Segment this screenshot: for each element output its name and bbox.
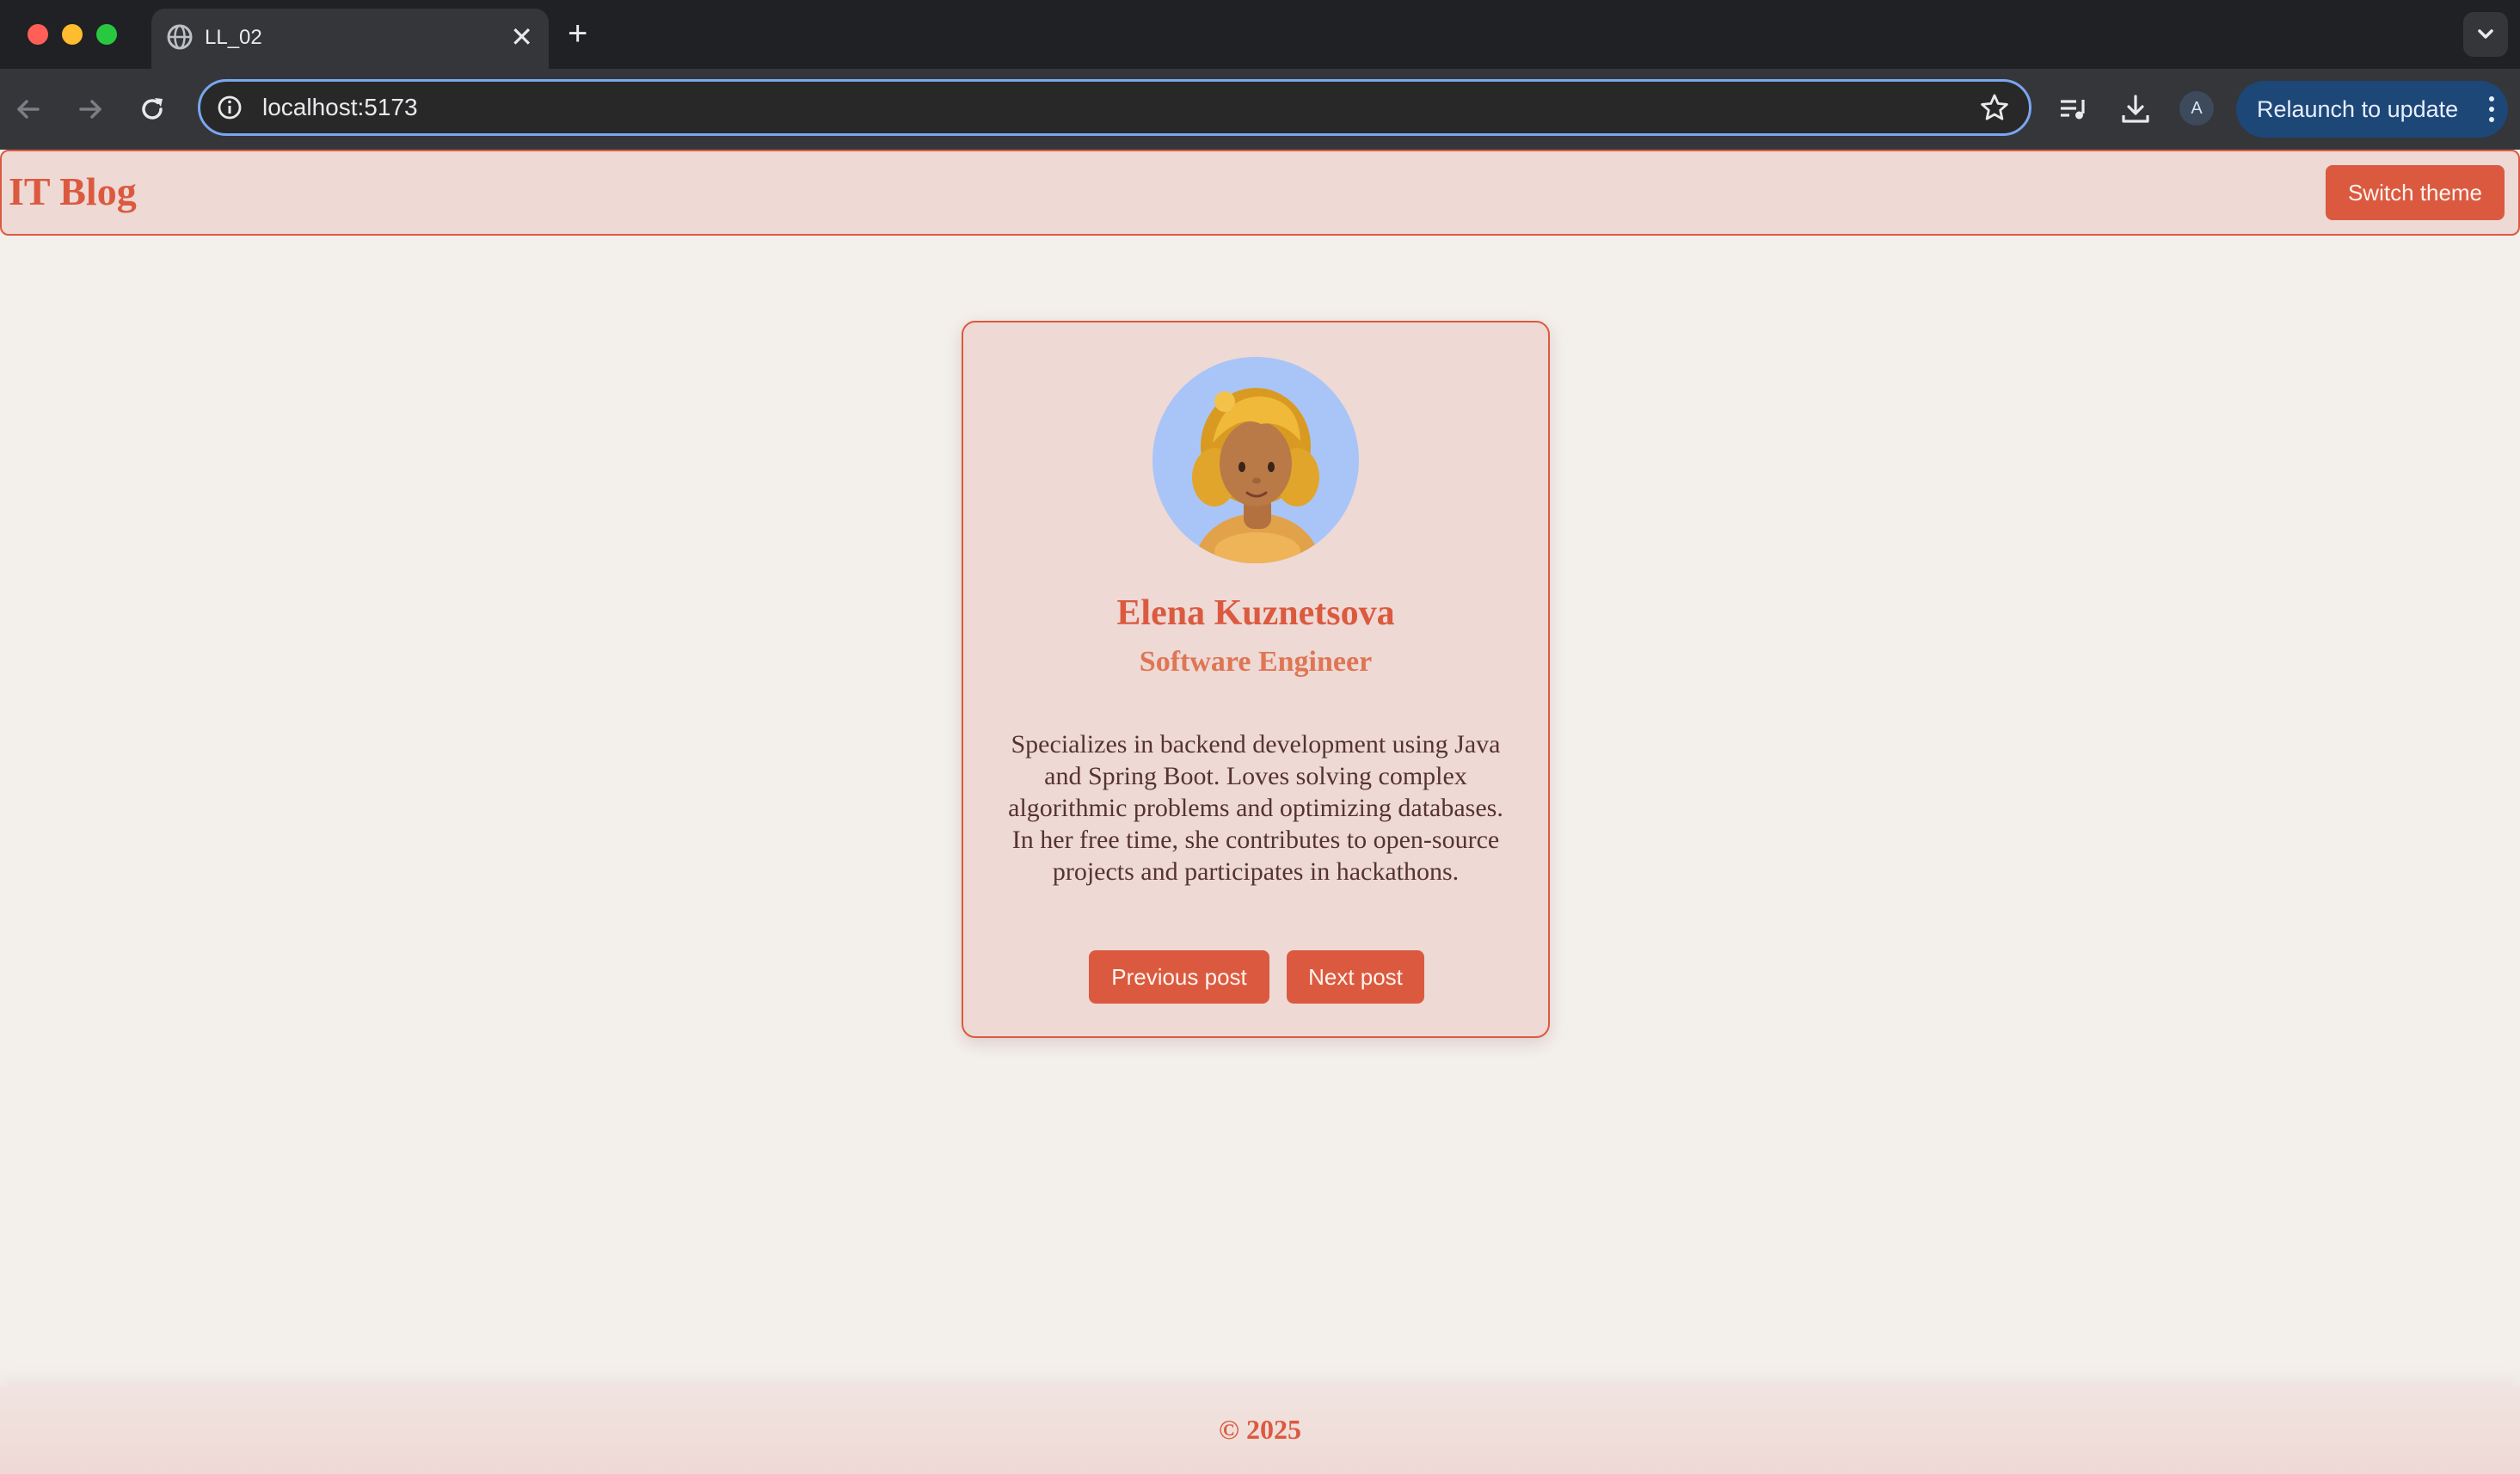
forward-arrow-icon[interactable] [74, 93, 107, 126]
info-icon[interactable] [216, 94, 243, 121]
reading-list-icon[interactable] [2056, 91, 2092, 127]
minimize-window-button[interactable] [62, 24, 83, 45]
switch-theme-button[interactable]: Switch theme [2326, 165, 2505, 220]
author-avatar [1152, 357, 1359, 563]
next-post-button[interactable]: Next post [1287, 950, 1424, 1004]
download-icon[interactable] [2117, 91, 2154, 127]
browser-tab-bar: LL_02 ✕ + [0, 0, 2520, 69]
browser-tab[interactable]: LL_02 ✕ [151, 9, 549, 69]
address-bar[interactable]: localhost:5173 [198, 79, 2031, 136]
previous-post-button[interactable]: Previous post [1089, 950, 1269, 1004]
copyright-text: © 2025 [1219, 1414, 1301, 1445]
url-text[interactable]: localhost:5173 [262, 90, 418, 125]
tab-title: LL_02 [205, 26, 262, 49]
new-tab-icon[interactable]: + [568, 15, 587, 52]
back-arrow-icon[interactable] [12, 93, 45, 126]
close-tab-icon[interactable]: ✕ [510, 20, 533, 54]
browser-toolbar: localhost:5173 A Relaunch to update [0, 69, 2520, 150]
close-window-button[interactable] [28, 24, 48, 45]
tab-search-button[interactable] [2463, 12, 2508, 57]
author-name: Elena Kuznetsova [1116, 593, 1395, 633]
relaunch-to-update-button[interactable]: Relaunch to update [2236, 81, 2508, 138]
site-header: IT Blog Switch theme [0, 150, 2520, 236]
more-menu-icon[interactable] [2487, 95, 2496, 124]
zoom-window-button[interactable] [96, 24, 117, 45]
reload-icon[interactable] [136, 93, 169, 126]
bookmark-star-icon[interactable] [1979, 92, 2010, 123]
site-title[interactable]: IT Blog [9, 167, 137, 217]
globe-icon [167, 24, 193, 50]
author-bio: Specializes in backend development using… [1008, 730, 1503, 886]
author-role: Software Engineer [1139, 646, 1373, 678]
site-footer: © 2025 [0, 1386, 2520, 1474]
chevron-down-icon [2478, 29, 2493, 39]
author-card: Elena Kuznetsova Software Engineer Speci… [962, 321, 1550, 1038]
profile-avatar[interactable]: A [2179, 91, 2214, 126]
relaunch-label: Relaunch to update [2257, 96, 2459, 122]
